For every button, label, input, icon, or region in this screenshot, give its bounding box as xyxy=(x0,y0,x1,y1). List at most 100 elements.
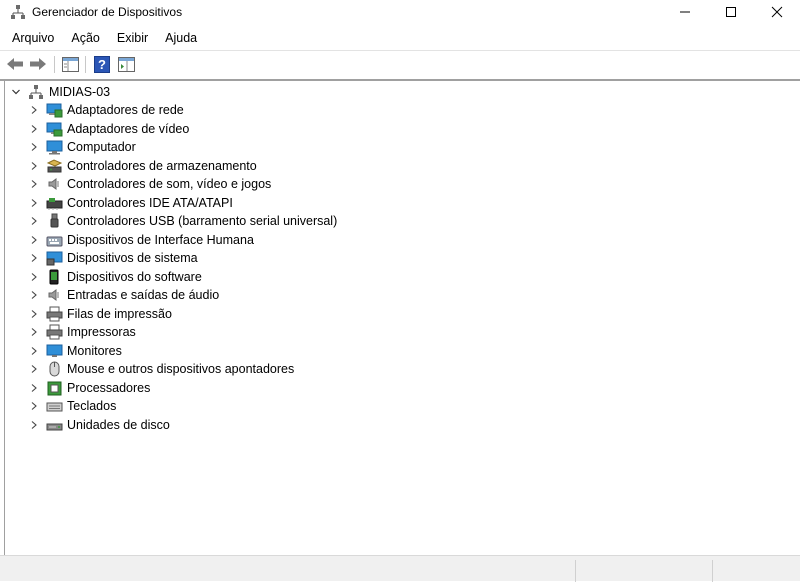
tree-category-label: Teclados xyxy=(67,399,117,413)
chevron-right-icon[interactable] xyxy=(30,401,38,411)
tree-category-row[interactable]: Processadores xyxy=(5,379,785,398)
tree-category-label: Filas de impressão xyxy=(67,306,172,321)
tree-category-label: Controladores IDE ATA/ATAPI xyxy=(67,195,233,210)
chevron-right-icon[interactable] xyxy=(30,124,38,134)
chevron-right-icon[interactable] xyxy=(30,142,38,152)
help-icon: ? xyxy=(94,55,110,73)
back-button[interactable] xyxy=(6,55,24,73)
sound-icon xyxy=(48,178,59,190)
tree-category-label: Controladores de som, vídeo e jogos xyxy=(67,177,272,191)
print-queue-icon xyxy=(46,306,63,321)
properties-button[interactable] xyxy=(117,55,135,73)
status-divider xyxy=(575,560,576,582)
tree-category-label: Mouse e outros dispositivos apontadores xyxy=(67,362,295,376)
tree-category-list: Adaptadores de rede Adaptadores de vídeo C… xyxy=(5,101,785,434)
monitor-icon xyxy=(46,344,63,357)
show-hide-tree-button[interactable] xyxy=(61,55,79,73)
display-adapter-icon xyxy=(46,122,63,136)
maximize-icon xyxy=(726,7,736,17)
software-device-icon xyxy=(49,269,59,284)
tree-category-label: Processadores xyxy=(67,380,151,395)
hid-icon xyxy=(46,236,63,246)
processor-icon xyxy=(47,381,62,395)
tree-category-row[interactable]: Dispositivos de sistema xyxy=(5,249,785,268)
minimize-button[interactable] xyxy=(662,0,708,24)
chevron-right-icon[interactable] xyxy=(30,198,38,208)
svg-text:?: ? xyxy=(98,57,106,72)
tree-category-row[interactable]: Entradas e saídas de áudio xyxy=(5,286,785,305)
chevron-right-icon[interactable] xyxy=(30,364,38,374)
forward-button[interactable] xyxy=(29,55,47,73)
usb-icon xyxy=(50,213,59,228)
chevron-right-icon[interactable] xyxy=(30,327,38,337)
computer-network-icon xyxy=(29,85,43,99)
tree-category-row[interactable]: Computador xyxy=(5,138,785,157)
menu-arquivo[interactable]: Arquivo xyxy=(12,31,54,45)
maximize-button[interactable] xyxy=(708,0,754,24)
chevron-right-icon[interactable] xyxy=(30,309,38,319)
audio-io-icon xyxy=(48,289,59,301)
tree-category-row[interactable]: Mouse e outros dispositivos apontadores xyxy=(5,360,785,379)
tree-category-label: Monitores xyxy=(67,343,122,358)
tree-category-label: Controladores USB (barramento serial uni… xyxy=(67,214,338,228)
menu-ajuda[interactable]: Ajuda xyxy=(165,31,197,45)
system-device-icon xyxy=(46,251,63,266)
storage-controller-icon xyxy=(46,158,63,172)
tree-category-label: Unidades de disco xyxy=(67,417,170,432)
chevron-right-icon[interactable] xyxy=(30,105,38,115)
tree-category-row[interactable]: Dispositivos do software xyxy=(5,268,785,287)
chevron-right-icon[interactable] xyxy=(30,383,38,393)
tree-category-row[interactable]: Impressoras xyxy=(5,323,785,342)
status-bar xyxy=(0,555,800,582)
tree-category-label: Dispositivos do software xyxy=(67,269,202,284)
menu-exibir[interactable]: Exibir xyxy=(117,31,148,45)
disk-drive-icon xyxy=(46,423,63,430)
tree-category-label: Entradas e saídas de áudio xyxy=(67,288,220,302)
device-manager-icon xyxy=(10,4,26,20)
ide-controller-icon xyxy=(46,197,63,210)
keyboard-icon xyxy=(46,402,63,412)
tree-category-row[interactable]: Controladores USB (barramento serial uni… xyxy=(5,212,785,231)
chevron-right-icon[interactable] xyxy=(30,420,38,430)
chevron-right-icon[interactable] xyxy=(30,179,38,189)
chevron-right-icon[interactable] xyxy=(30,161,38,171)
tree-category-row[interactable]: Controladores IDE ATA/ATAPI xyxy=(5,194,785,213)
menu-acao[interactable]: Ação xyxy=(71,31,100,45)
tree-category-row[interactable]: Controladores de som, vídeo e jogos xyxy=(5,175,785,194)
tree-root-label: MIDIAS-03 xyxy=(49,85,111,99)
tree-category-row[interactable]: Adaptadores de rede xyxy=(5,101,785,120)
printer-icon xyxy=(46,324,63,340)
menu-bar: Arquivo Ação Exibir Ajuda xyxy=(0,26,800,50)
toolbar-separator xyxy=(85,56,86,73)
window-title: Gerenciador de Dispositivos xyxy=(32,5,183,19)
chevron-right-icon[interactable] xyxy=(30,235,38,245)
help-button[interactable]: ? xyxy=(93,55,111,73)
chevron-right-icon[interactable] xyxy=(30,216,38,226)
tree-category-label: Computador xyxy=(67,140,136,154)
tree-root[interactable]: MIDIAS-03 xyxy=(5,83,785,101)
chevron-right-icon[interactable] xyxy=(30,346,38,356)
tree-category-row[interactable]: Controladores de armazenamento xyxy=(5,157,785,176)
minimize-icon xyxy=(680,11,690,13)
tree-category-label: Adaptadores de rede xyxy=(67,103,184,117)
close-button[interactable] xyxy=(754,0,800,24)
tree-category-row[interactable]: Monitores xyxy=(5,342,785,361)
tree-category-row[interactable]: Adaptadores de vídeo xyxy=(5,120,785,139)
computer-icon xyxy=(46,140,63,155)
chevron-right-icon[interactable] xyxy=(30,272,38,282)
network-adapter-icon xyxy=(46,103,63,118)
status-divider xyxy=(712,560,713,582)
tree-category-row[interactable]: Unidades de disco xyxy=(5,416,785,435)
toolbar: ? xyxy=(0,51,800,79)
tree-category-row[interactable]: Dispositivos de Interface Humana xyxy=(5,231,785,250)
chevron-down-icon[interactable] xyxy=(11,87,21,97)
device-tree[interactable]: MIDIAS-03 Adaptadores de rede Adaptadores… xyxy=(4,81,800,555)
tree-category-row[interactable]: Teclados xyxy=(5,397,785,416)
chevron-right-icon[interactable] xyxy=(30,290,38,300)
tree-category-row[interactable]: Filas de impressão xyxy=(5,305,785,324)
tree-category-label: Adaptadores de vídeo xyxy=(67,121,190,136)
tree-category-label: Dispositivos de sistema xyxy=(67,251,198,265)
chevron-right-icon[interactable] xyxy=(30,253,38,263)
properties-icon xyxy=(117,56,135,72)
tree-category-label: Impressoras xyxy=(67,325,136,339)
